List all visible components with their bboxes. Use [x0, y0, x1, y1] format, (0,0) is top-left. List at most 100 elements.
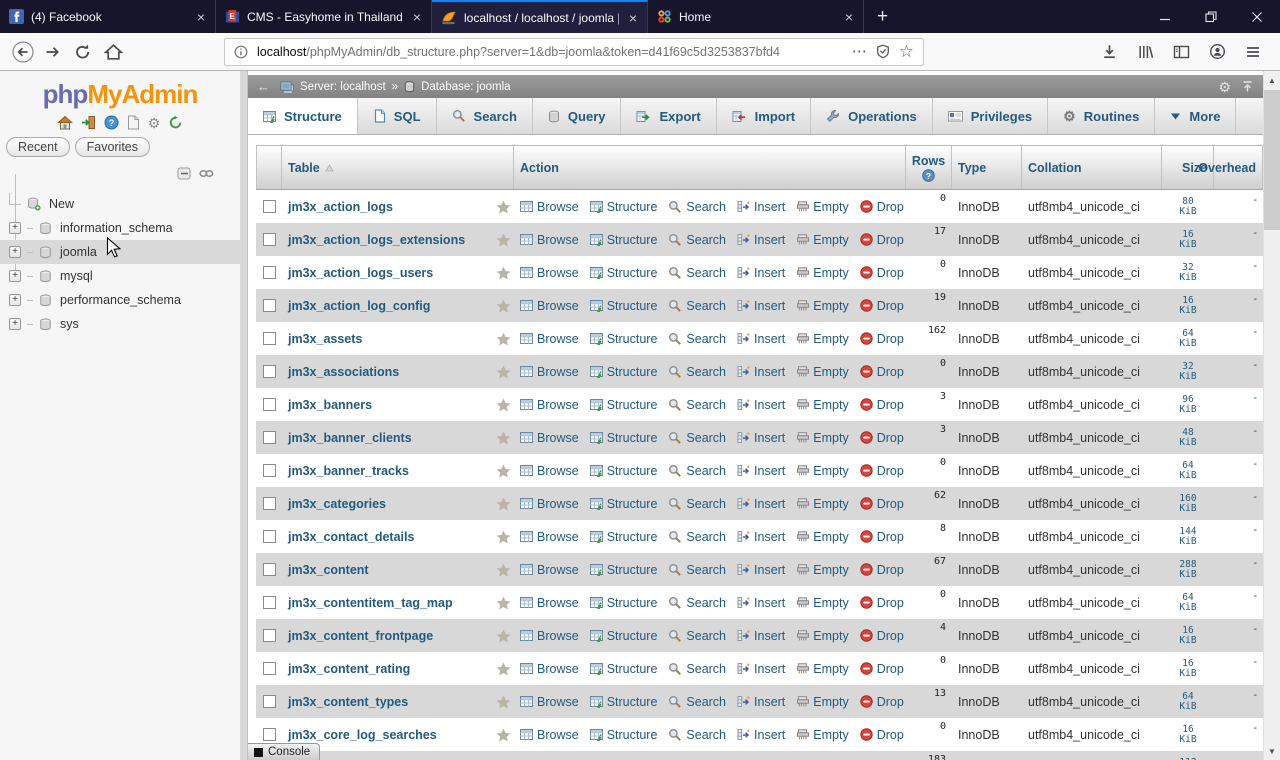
row-checkbox[interactable] [263, 266, 276, 279]
favorite-star-icon[interactable] [496, 398, 511, 412]
action-search-link[interactable]: Search [668, 497, 726, 511]
home-button[interactable] [98, 37, 128, 67]
action-browse-link[interactable]: Browse [520, 563, 579, 577]
tab-export[interactable]: Export [621, 98, 716, 134]
action-drop-link[interactable]: Drop [860, 431, 904, 445]
expand-icon[interactable]: + [9, 270, 21, 282]
action-empty-link[interactable]: Empty [796, 662, 848, 676]
action-structure-link[interactable]: Structure [590, 629, 658, 643]
action-search-link[interactable]: Search [668, 596, 726, 610]
url-bar[interactable]: localhost/phpMyAdmin/db_structure.php?se… [224, 38, 924, 66]
action-structure-link[interactable]: Structure [590, 596, 658, 610]
action-drop-link[interactable]: Drop [860, 728, 904, 742]
action-structure-link[interactable]: Structure [590, 464, 658, 478]
favorite-star-icon[interactable] [496, 497, 511, 511]
table-name-link[interactable]: jm3x_banners [288, 398, 372, 412]
action-browse-link[interactable]: Browse [520, 233, 579, 247]
table-name-link[interactable]: jm3x_core_log_searches [288, 728, 437, 742]
library-button[interactable] [1130, 37, 1160, 67]
tab-sql[interactable]: SQL [358, 98, 437, 134]
scrollbar-down-arrow[interactable]: ▼ [1264, 743, 1280, 759]
row-checkbox[interactable] [263, 629, 276, 642]
docs-icon[interactable] [127, 115, 140, 130]
action-search-link[interactable]: Search [668, 629, 726, 643]
pocket-icon[interactable] [876, 44, 890, 59]
tab-import[interactable]: Import [717, 98, 811, 134]
action-empty-link[interactable]: Empty [796, 365, 848, 379]
action-drop-link[interactable]: Drop [860, 332, 904, 346]
action-browse-link[interactable]: Browse [520, 266, 579, 280]
action-browse-link[interactable]: Browse [520, 629, 579, 643]
favorite-star-icon[interactable] [496, 563, 511, 577]
action-structure-link[interactable]: Structure [590, 233, 658, 247]
row-checkbox[interactable] [263, 398, 276, 411]
select-all-header[interactable] [256, 146, 282, 189]
menu-button[interactable] [1238, 37, 1268, 67]
browser-tab[interactable]: Home× [648, 0, 864, 33]
action-search-link[interactable]: Search [668, 200, 726, 214]
action-search-link[interactable]: Search [668, 365, 726, 379]
browser-tab[interactable]: (4) Facebook× [0, 0, 216, 33]
action-insert-link[interactable]: Insert [737, 695, 785, 709]
action-search-link[interactable]: Search [668, 233, 726, 247]
action-search-link[interactable]: Search [668, 398, 726, 412]
collapse-all-icon[interactable] [177, 167, 192, 180]
action-structure-link[interactable]: Structure [590, 398, 658, 412]
table-name-link[interactable]: jm3x_action_log_config [288, 299, 430, 313]
action-structure-link[interactable]: Structure [590, 266, 658, 280]
row-checkbox[interactable] [263, 233, 276, 246]
action-browse-link[interactable]: Browse [520, 299, 579, 313]
action-browse-link[interactable]: Browse [520, 200, 579, 214]
action-drop-link[interactable]: Drop [860, 563, 904, 577]
action-empty-link[interactable]: Empty [796, 398, 848, 412]
row-checkbox[interactable] [263, 530, 276, 543]
recent-button[interactable]: Recent [6, 137, 70, 157]
new-tab-button[interactable]: + [864, 0, 901, 33]
header-type[interactable]: Type [952, 146, 1022, 189]
home-icon[interactable] [57, 115, 73, 130]
table-name-link[interactable]: jm3x_banner_tracks [288, 464, 409, 478]
action-search-link[interactable]: Search [668, 299, 726, 313]
action-browse-link[interactable]: Browse [520, 596, 579, 610]
action-drop-link[interactable]: Drop [860, 530, 904, 544]
row-checkbox[interactable] [263, 728, 276, 741]
favorite-star-icon[interactable] [496, 464, 511, 478]
table-name-link[interactable]: jm3x_action_logs_users [288, 266, 433, 280]
action-insert-link[interactable]: Insert [737, 662, 785, 676]
action-search-link[interactable]: Search [668, 266, 726, 280]
browser-tab[interactable]: ECMS - Easyhome in Thailand× [216, 0, 432, 33]
sidebar-item-sys[interactable]: +sys [0, 312, 240, 336]
action-insert-link[interactable]: Insert [737, 464, 785, 478]
favorite-star-icon[interactable] [496, 728, 511, 742]
action-drop-link[interactable]: Drop [860, 662, 904, 676]
tab-routines[interactable]: ⚙Routines [1048, 98, 1155, 134]
restore-button[interactable] [1188, 0, 1234, 33]
row-checkbox[interactable] [263, 332, 276, 345]
info-icon[interactable] [234, 45, 248, 59]
table-name-link[interactable]: jm3x_action_logs_extensions [288, 233, 465, 247]
action-structure-link[interactable]: Structure [590, 662, 658, 676]
row-checkbox[interactable] [263, 563, 276, 576]
action-empty-link[interactable]: Empty [796, 629, 848, 643]
tab-structure[interactable]: Structure [248, 98, 358, 134]
favorite-star-icon[interactable] [496, 365, 511, 379]
action-structure-link[interactable]: Structure [590, 365, 658, 379]
page-scrollbar[interactable]: ▲ ▼ [1263, 71, 1280, 760]
collapse-sidebar-arrow[interactable]: ← [257, 79, 270, 94]
table-name-link[interactable]: jm3x_assets [288, 332, 362, 346]
action-drop-link[interactable]: Drop [860, 629, 904, 643]
action-search-link[interactable]: Search [668, 431, 726, 445]
action-search-link[interactable]: Search [668, 695, 726, 709]
scroll-top-icon[interactable] [1241, 80, 1254, 93]
action-browse-link[interactable]: Browse [520, 695, 579, 709]
action-search-link[interactable]: Search [668, 332, 726, 346]
action-structure-link[interactable]: Structure [590, 728, 658, 742]
favorite-star-icon[interactable] [496, 695, 511, 709]
action-search-link[interactable]: Search [668, 464, 726, 478]
settings-icon[interactable]: ⚙ [148, 116, 161, 130]
table-name-link[interactable]: jm3x_categories [288, 497, 386, 511]
action-insert-link[interactable]: Insert [737, 365, 785, 379]
action-browse-link[interactable]: Browse [520, 497, 579, 511]
action-structure-link[interactable]: Structure [590, 497, 658, 511]
action-empty-link[interactable]: Empty [796, 431, 848, 445]
